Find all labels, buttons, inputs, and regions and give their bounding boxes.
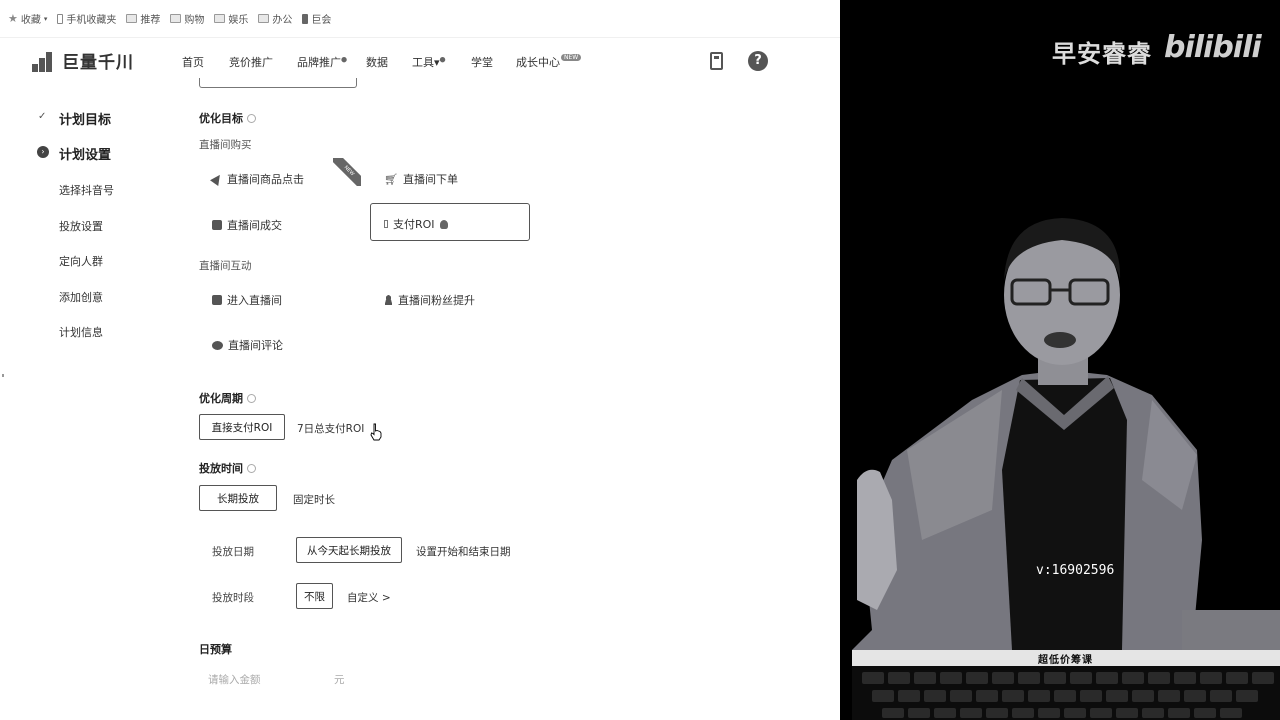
- bookmark-mobile[interactable]: 手机收藏夹: [57, 11, 116, 26]
- budget-unit: 元: [334, 674, 345, 686]
- send-icon: [210, 172, 224, 186]
- chevron-down-icon: ▾: [43, 14, 48, 23]
- nav-academy[interactable]: 学堂: [471, 54, 493, 70]
- folder-icon: [258, 14, 270, 23]
- bookmark-label: 购物: [184, 15, 205, 26]
- contact-watermark: v:16902596: [1036, 563, 1115, 578]
- bookmark-label: 推荐: [140, 15, 161, 26]
- streamer-name: 早安睿睿: [1052, 40, 1152, 68]
- scroll-marker: [2, 374, 4, 377]
- help-icon: [247, 114, 256, 123]
- current-step-icon: ›: [37, 146, 49, 158]
- calculator-icon[interactable]: [710, 52, 723, 70]
- date-long-term-button[interactable]: 从今天起长期投放: [296, 537, 402, 563]
- user-icon: [384, 295, 393, 305]
- substep-delivery-settings[interactable]: 投放设置: [59, 218, 103, 234]
- bookmark-juliang[interactable]: 巨会: [302, 11, 331, 26]
- substep-plan-info[interactable]: 计划信息: [59, 324, 103, 340]
- option-enter-live[interactable]: 进入直播间: [212, 292, 282, 308]
- option-comment[interactable]: 直播间评论: [212, 337, 283, 353]
- logo-icon: [32, 50, 58, 72]
- group-label-live-buy: 直播间购买: [199, 139, 252, 151]
- phone-icon: [384, 220, 388, 228]
- bookmark-label: 办公: [272, 15, 293, 26]
- browser-window: ★ 收藏 ▾ 手机收藏夹 推荐 购物 娱乐 办公 巨会 巨量千川 首页 竞价推广…: [0, 0, 840, 720]
- option-deal[interactable]: 直播间成交: [212, 217, 282, 233]
- time-fixed-option[interactable]: 固定时长: [293, 492, 335, 507]
- bookmark-office[interactable]: 办公: [258, 11, 292, 26]
- cycle-direct-roi-button[interactable]: 直接支付ROI: [199, 414, 285, 440]
- substep-add-creative[interactable]: 添加创意: [59, 289, 103, 305]
- new-ribbon: NEW: [333, 158, 361, 186]
- bookmarks-bar: ★ 收藏 ▾ 手机收藏夹 推荐 购物 娱乐 办公 巨会: [0, 0, 840, 38]
- calendar-icon: [212, 295, 222, 305]
- group-label-live-interact: 直播间互动: [199, 260, 252, 272]
- phone-icon: [57, 13, 64, 24]
- bookmark-entertainment[interactable]: 娱乐: [214, 11, 248, 26]
- section-title-daily-budget: 日预算: [199, 643, 232, 656]
- option-fans-up[interactable]: 直播间粉丝提升: [384, 292, 475, 308]
- section-title-opt-cycle: 优化周期: [199, 390, 256, 406]
- check-icon: ✓: [38, 111, 47, 122]
- help-icon: [247, 464, 256, 473]
- bookmark-recommend[interactable]: 推荐: [126, 11, 160, 26]
- step-plan-settings[interactable]: 计划设置: [59, 144, 111, 163]
- nav-brand-promo[interactable]: 品牌推广●: [297, 54, 347, 70]
- option-pay-roi[interactable]: 支付ROI: [384, 216, 448, 232]
- step-plan-target[interactable]: 计划目标: [59, 109, 111, 128]
- nav-data[interactable]: 数据: [366, 54, 388, 70]
- folder-icon: [170, 14, 182, 23]
- period-custom-link[interactable]: 自定义 >: [347, 590, 391, 605]
- section-title-opt-target: 优化目标: [199, 110, 256, 126]
- presenter-image: [852, 210, 1280, 720]
- bilibili-logo: bilibili: [1164, 30, 1262, 65]
- bookmark-label: 娱乐: [228, 15, 249, 26]
- nav-tools[interactable]: 工具▾●: [412, 54, 446, 70]
- nav-bidding-promo[interactable]: 竞价推广: [229, 54, 273, 70]
- time-long-term-button[interactable]: 长期投放: [199, 485, 277, 511]
- star-icon: ★: [8, 12, 18, 25]
- hand-cursor-icon: [370, 423, 382, 441]
- folder-icon: [126, 14, 138, 23]
- bookmark-label: 手机收藏夹: [66, 15, 117, 26]
- folder-icon: [214, 14, 226, 23]
- date-custom-option[interactable]: 设置开始和结束日期: [416, 544, 511, 559]
- option-product-click[interactable]: 直播间商品点击: [210, 171, 304, 187]
- option-place-order[interactable]: 🛒︎ 直播间下单: [384, 171, 458, 187]
- previous-field-edge: [199, 78, 357, 88]
- substep-select-douyin[interactable]: 选择抖音号: [59, 182, 114, 198]
- bag-icon: [212, 220, 222, 230]
- page-icon: [302, 13, 309, 24]
- bulb-icon: [439, 219, 448, 229]
- help-icon[interactable]: ?: [748, 51, 768, 71]
- keyboard-image: [852, 666, 1280, 720]
- help-icon: [247, 394, 256, 403]
- period-label: 投放时段: [212, 592, 254, 604]
- bookmark-label: 收藏: [20, 15, 41, 26]
- video-caption: 超低价筹课: [1038, 655, 1093, 666]
- bookmark-shopping[interactable]: 购物: [170, 11, 204, 26]
- new-badge: NEW: [561, 54, 582, 61]
- brand-name: 巨量千川: [62, 53, 134, 73]
- substep-targeting[interactable]: 定向人群: [59, 253, 103, 269]
- nav-growth-center[interactable]: 成长中心 NEW: [516, 54, 582, 70]
- brand-logo[interactable]: 巨量千川: [32, 48, 134, 73]
- section-title-delivery-time: 投放时间: [199, 460, 256, 476]
- cart-icon: 🛒︎: [384, 172, 398, 186]
- nav-home[interactable]: 首页: [182, 54, 204, 70]
- bookmark-label: 巨会: [311, 15, 332, 26]
- comment-icon: [212, 340, 223, 350]
- cycle-7day-roi-option[interactable]: 7日总支付ROI: [297, 421, 364, 436]
- bookmark-favorites[interactable]: ★ 收藏 ▾: [8, 11, 47, 26]
- period-unlimited-button[interactable]: 不限: [296, 583, 333, 609]
- date-label: 投放日期: [212, 546, 254, 558]
- budget-input[interactable]: 请输入金额: [208, 672, 261, 687]
